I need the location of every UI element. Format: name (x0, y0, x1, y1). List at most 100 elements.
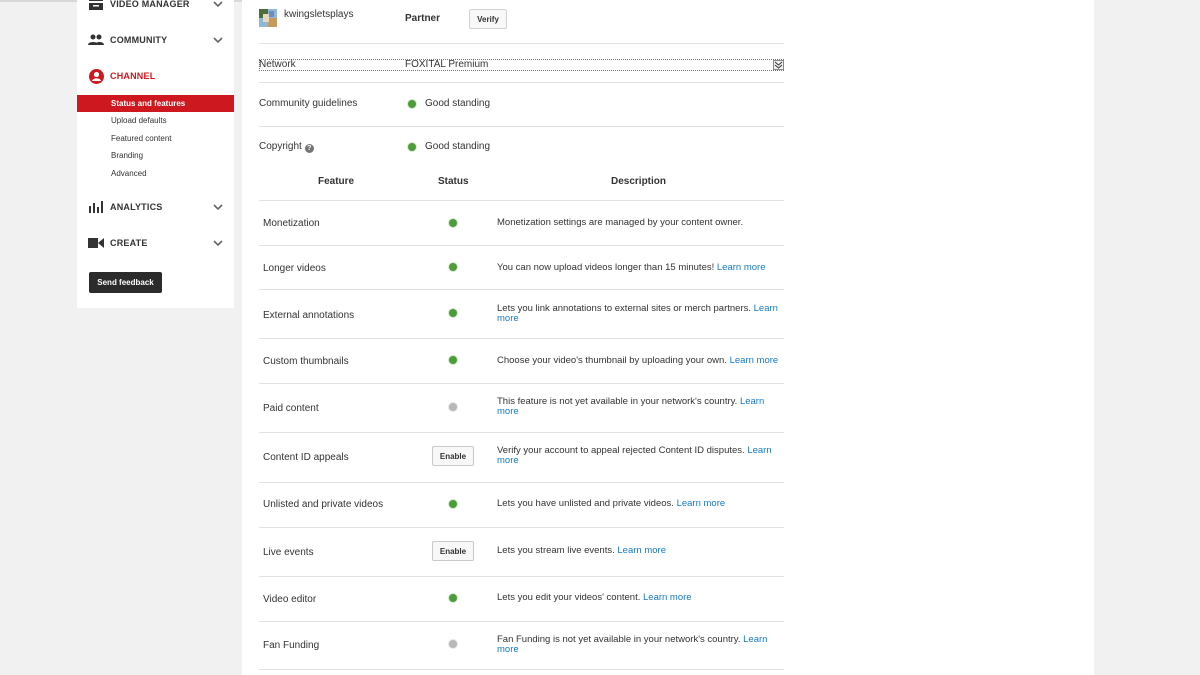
feature-name: Monetization (263, 218, 320, 229)
feature-description-text: Verify your account to appeal rejected C… (497, 445, 745, 456)
feature-name: Video editor (263, 594, 317, 605)
status-dot-icon (408, 143, 416, 151)
sidebar-item-upload-defaults[interactable]: Upload defaults (77, 112, 234, 129)
video-manager-icon (88, 0, 104, 12)
feature-name: Live events (263, 547, 314, 558)
divider (259, 527, 784, 528)
divider (259, 432, 784, 433)
network-label: Network (259, 59, 296, 70)
sidebar-item-status-and-features[interactable]: Status and features (77, 95, 234, 112)
community-status: Good standing (425, 98, 491, 109)
chevron-down-icon (213, 37, 223, 44)
divider (259, 43, 784, 44)
status-enabled-icon (449, 500, 457, 508)
chevron-down-icon (213, 1, 223, 8)
feature-description-text: Lets you stream live events. (497, 545, 615, 556)
feature-name: External annotations (263, 310, 355, 321)
feature-name: Unlisted and private videos (263, 499, 384, 510)
chevron-down-icon (213, 204, 223, 211)
network-value: FOXITAL Premium (405, 59, 489, 70)
feature-description: Choose your video's thumbnail by uploadi… (497, 356, 787, 366)
main-content: kwingsletsplays Partner Verify Network F… (242, 0, 1094, 675)
channel-name[interactable]: kwingsletsplays (284, 9, 353, 20)
chevron-down-icon (213, 240, 223, 247)
verify-button[interactable]: Verify (469, 9, 507, 29)
feature-name: Content ID appeals (263, 452, 349, 463)
nav-community-label: COMMUNITY (110, 35, 168, 45)
feature-description-text: Fan Funding is not yet available in your… (497, 634, 741, 645)
status-enabled-icon (449, 309, 457, 317)
copyright-label: Copyright? (259, 141, 314, 153)
divider (259, 245, 784, 246)
learn-more-link[interactable]: Learn more (730, 355, 779, 366)
feature-description-text: Lets you link annotations to external si… (497, 303, 751, 314)
sidebar-item-advanced[interactable]: Advanced (77, 165, 234, 182)
divider (259, 289, 784, 290)
nav-create-label: CREATE (110, 238, 148, 248)
sidebar-item-branding[interactable]: Branding (77, 147, 234, 164)
feature-description-text: This feature is not yet available in you… (497, 396, 738, 407)
copyright-status: Good standing (425, 141, 491, 152)
nav-video-manager[interactable]: VIDEO MANAGER (77, 0, 234, 14)
copyright-label-text: Copyright (259, 141, 302, 152)
header-status: Status (438, 176, 469, 187)
status-enabled-icon (449, 356, 457, 364)
camera-icon (88, 235, 104, 251)
divider (259, 200, 784, 201)
status-unavailable-icon (449, 403, 457, 411)
nav-channel[interactable]: CHANNEL (77, 66, 234, 86)
feature-name: Longer videos (263, 263, 326, 274)
status-dot-icon (408, 100, 416, 108)
divider (259, 482, 784, 483)
analytics-icon (88, 199, 104, 215)
status-enabled-icon (449, 263, 457, 271)
feature-name: Custom thumbnails (263, 356, 349, 367)
nav-community[interactable]: COMMUNITY (77, 30, 234, 50)
feature-description: Lets you stream live events. Learn more (497, 546, 787, 556)
status-enabled-icon (449, 594, 457, 602)
send-feedback-button[interactable]: Send feedback (89, 272, 162, 293)
learn-more-link[interactable]: Learn more (677, 498, 726, 509)
feature-description: You can now upload videos longer than 15… (497, 263, 787, 273)
feature-description: This feature is not yet available in you… (497, 397, 787, 417)
learn-more-link[interactable]: Learn more (717, 262, 766, 273)
community-icon (88, 32, 104, 48)
feature-name: Fan Funding (263, 640, 320, 651)
nav-channel-label: CHANNEL (110, 71, 156, 81)
divider (259, 621, 784, 622)
network-dropdown-icon[interactable] (773, 60, 784, 70)
help-icon[interactable]: ? (304, 144, 314, 153)
enable-button[interactable]: Enable (432, 446, 474, 466)
nav-analytics[interactable]: ANALYTICS (77, 197, 234, 217)
learn-more-link[interactable]: Learn more (643, 592, 692, 603)
enable-button[interactable]: Enable (432, 541, 474, 561)
divider (259, 669, 784, 670)
feature-description-text: Choose your video's thumbnail by uploadi… (497, 355, 727, 366)
network-select[interactable] (259, 59, 784, 71)
learn-more-link[interactable]: Learn more (617, 545, 666, 556)
channel-account-icon (88, 68, 104, 84)
header-description: Description (611, 176, 667, 187)
feature-description: Fan Funding is not yet available in your… (497, 635, 787, 655)
status-unavailable-icon (449, 640, 457, 648)
sidebar: VIDEO MANAGER COMMUNITY CHANNEL Status a… (77, 0, 234, 308)
divider (259, 82, 784, 83)
divider (259, 338, 784, 339)
nav-create[interactable]: CREATE (77, 233, 234, 253)
feature-description: Verify your account to appeal rejected C… (497, 446, 787, 466)
feature-description-text: Lets you edit your videos' content. (497, 592, 641, 603)
feature-description-text: Lets you have unlisted and private video… (497, 498, 674, 509)
sidebar-item-featured-content[interactable]: Featured content (77, 130, 234, 147)
header-feature: Feature (318, 176, 355, 187)
divider (259, 126, 784, 127)
feature-description: Lets you edit your videos' content. Lear… (497, 593, 787, 603)
status-enabled-icon (449, 219, 457, 227)
partner-label: Partner (405, 13, 441, 24)
divider (259, 383, 784, 384)
channel-avatar[interactable] (259, 9, 277, 27)
feature-description-text: You can now upload videos longer than 15… (497, 262, 715, 273)
right-margin (1094, 0, 1200, 675)
community-guidelines-label: Community guidelines (259, 98, 358, 109)
nav-video-manager-label: VIDEO MANAGER (110, 0, 190, 9)
feature-name: Paid content (263, 403, 319, 414)
